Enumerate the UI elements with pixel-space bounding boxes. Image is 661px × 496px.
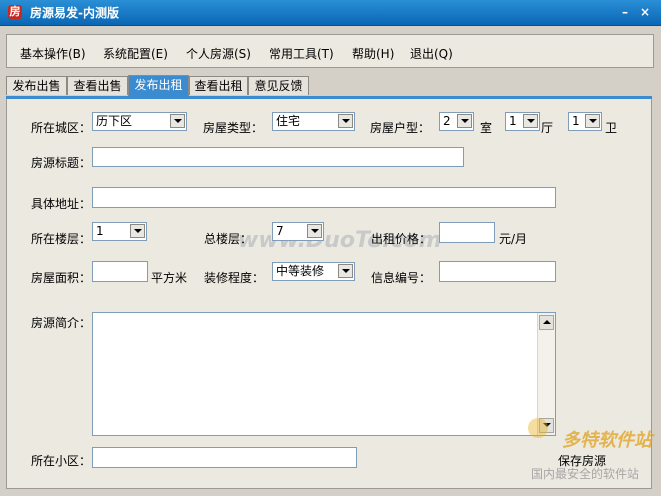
rent-price-input[interactable] [439, 222, 495, 243]
vertical-scrollbar[interactable] [537, 313, 555, 435]
total-floor-label: 总楼层： [204, 232, 253, 246]
area-label: 房屋面积： [31, 271, 92, 285]
halls-unit: 厅 [541, 121, 554, 135]
menu-system-config[interactable]: 系统配置(E) [103, 45, 168, 62]
scroll-up-icon[interactable] [539, 315, 554, 330]
dropdown-arrow-icon[interactable] [585, 114, 600, 128]
area-input[interactable] [92, 261, 148, 282]
house-type-select[interactable]: 住宅 [272, 112, 355, 131]
tab-bar: 发布出售 查看出售 发布出租 查看出租 意见反馈 [6, 75, 654, 98]
house-type-value: 住宅 [276, 114, 301, 128]
community-label: 所在小区： [31, 454, 92, 468]
tab-publish-rent[interactable]: 发布出租 [128, 75, 189, 96]
tab-view-sale[interactable]: 查看出售 [67, 76, 128, 95]
rooms-select[interactable]: 2 [439, 112, 474, 131]
rooms-unit: 室 [480, 121, 493, 135]
window-title: 房源易发-内测版 [30, 6, 119, 20]
close-icon[interactable]: × [638, 5, 652, 19]
dropdown-arrow-icon[interactable] [307, 224, 322, 238]
house-type-label: 房屋类型： [203, 121, 264, 135]
decoration-select[interactable]: 中等装修 [272, 262, 355, 281]
info-number-label: 信息编号： [371, 271, 432, 285]
total-floor-select[interactable]: 7 [272, 222, 324, 241]
tab-publish-sale[interactable]: 发布出售 [6, 76, 67, 95]
decoration-value: 中等装修 [276, 264, 325, 278]
menu-exit[interactable]: 退出(Q) [410, 45, 453, 62]
total-floor-value: 7 [276, 224, 284, 238]
address-input[interactable] [92, 187, 556, 208]
address-label: 具体地址： [31, 197, 92, 211]
district-select[interactable]: 历下区 [92, 112, 187, 131]
dropdown-arrow-icon[interactable] [338, 264, 353, 278]
dropdown-arrow-icon[interactable] [170, 114, 185, 128]
floor-label: 所在楼层： [31, 232, 92, 246]
intro-textarea[interactable] [92, 312, 556, 436]
menu-personal-listings[interactable]: 个人房源(S) [186, 45, 251, 62]
rent-unit: 元/月 [499, 232, 528, 246]
baths-unit: 卫 [605, 121, 618, 135]
listing-title-input[interactable] [92, 147, 464, 167]
dropdown-arrow-icon[interactable] [523, 114, 538, 128]
rooms-value: 2 [443, 114, 451, 128]
brand-watermark: 多特软件站 [562, 430, 652, 451]
info-number-input[interactable] [439, 261, 556, 282]
intro-label: 房源简介： [31, 316, 92, 330]
floor-select[interactable]: 1 [92, 222, 147, 241]
community-input[interactable] [92, 447, 357, 468]
layout-label: 房屋户型： [370, 121, 431, 135]
baths-value: 1 [572, 114, 580, 128]
dropdown-arrow-icon[interactable] [130, 224, 145, 238]
slogan-watermark: 国内最安全的软件站 [531, 467, 640, 481]
menu-basic-ops[interactable]: 基本操作(B) [20, 45, 86, 62]
minimize-icon[interactable]: – [618, 5, 632, 19]
app-icon: 房 [8, 5, 22, 19]
district-label: 所在城区： [31, 121, 92, 135]
tab-feedback[interactable]: 意见反馈 [248, 76, 309, 95]
menu-bar: 基本操作(B) 系统配置(E) 个人房源(S) 常用工具(T) 帮助(H) 退出… [6, 34, 654, 68]
floor-value: 1 [96, 224, 104, 238]
title-bar: 房 房源易发-内测版 – × [0, 0, 661, 26]
dropdown-arrow-icon[interactable] [457, 114, 472, 128]
tab-view-rent[interactable]: 查看出租 [189, 76, 248, 95]
decoration-label: 装修程度： [204, 271, 265, 285]
brand-logo-icon [528, 418, 548, 438]
baths-select[interactable]: 1 [568, 112, 602, 131]
area-unit: 平方米 [151, 271, 188, 285]
halls-value: 1 [509, 114, 517, 128]
rent-price-label: 出租价格： [371, 232, 432, 246]
menu-help[interactable]: 帮助(H) [352, 45, 394, 62]
dropdown-arrow-icon[interactable] [338, 114, 353, 128]
halls-select[interactable]: 1 [505, 112, 540, 131]
listing-title-label: 房源标题： [31, 156, 92, 170]
menu-common-tools[interactable]: 常用工具(T) [269, 45, 334, 62]
district-value: 历下区 [96, 114, 133, 128]
